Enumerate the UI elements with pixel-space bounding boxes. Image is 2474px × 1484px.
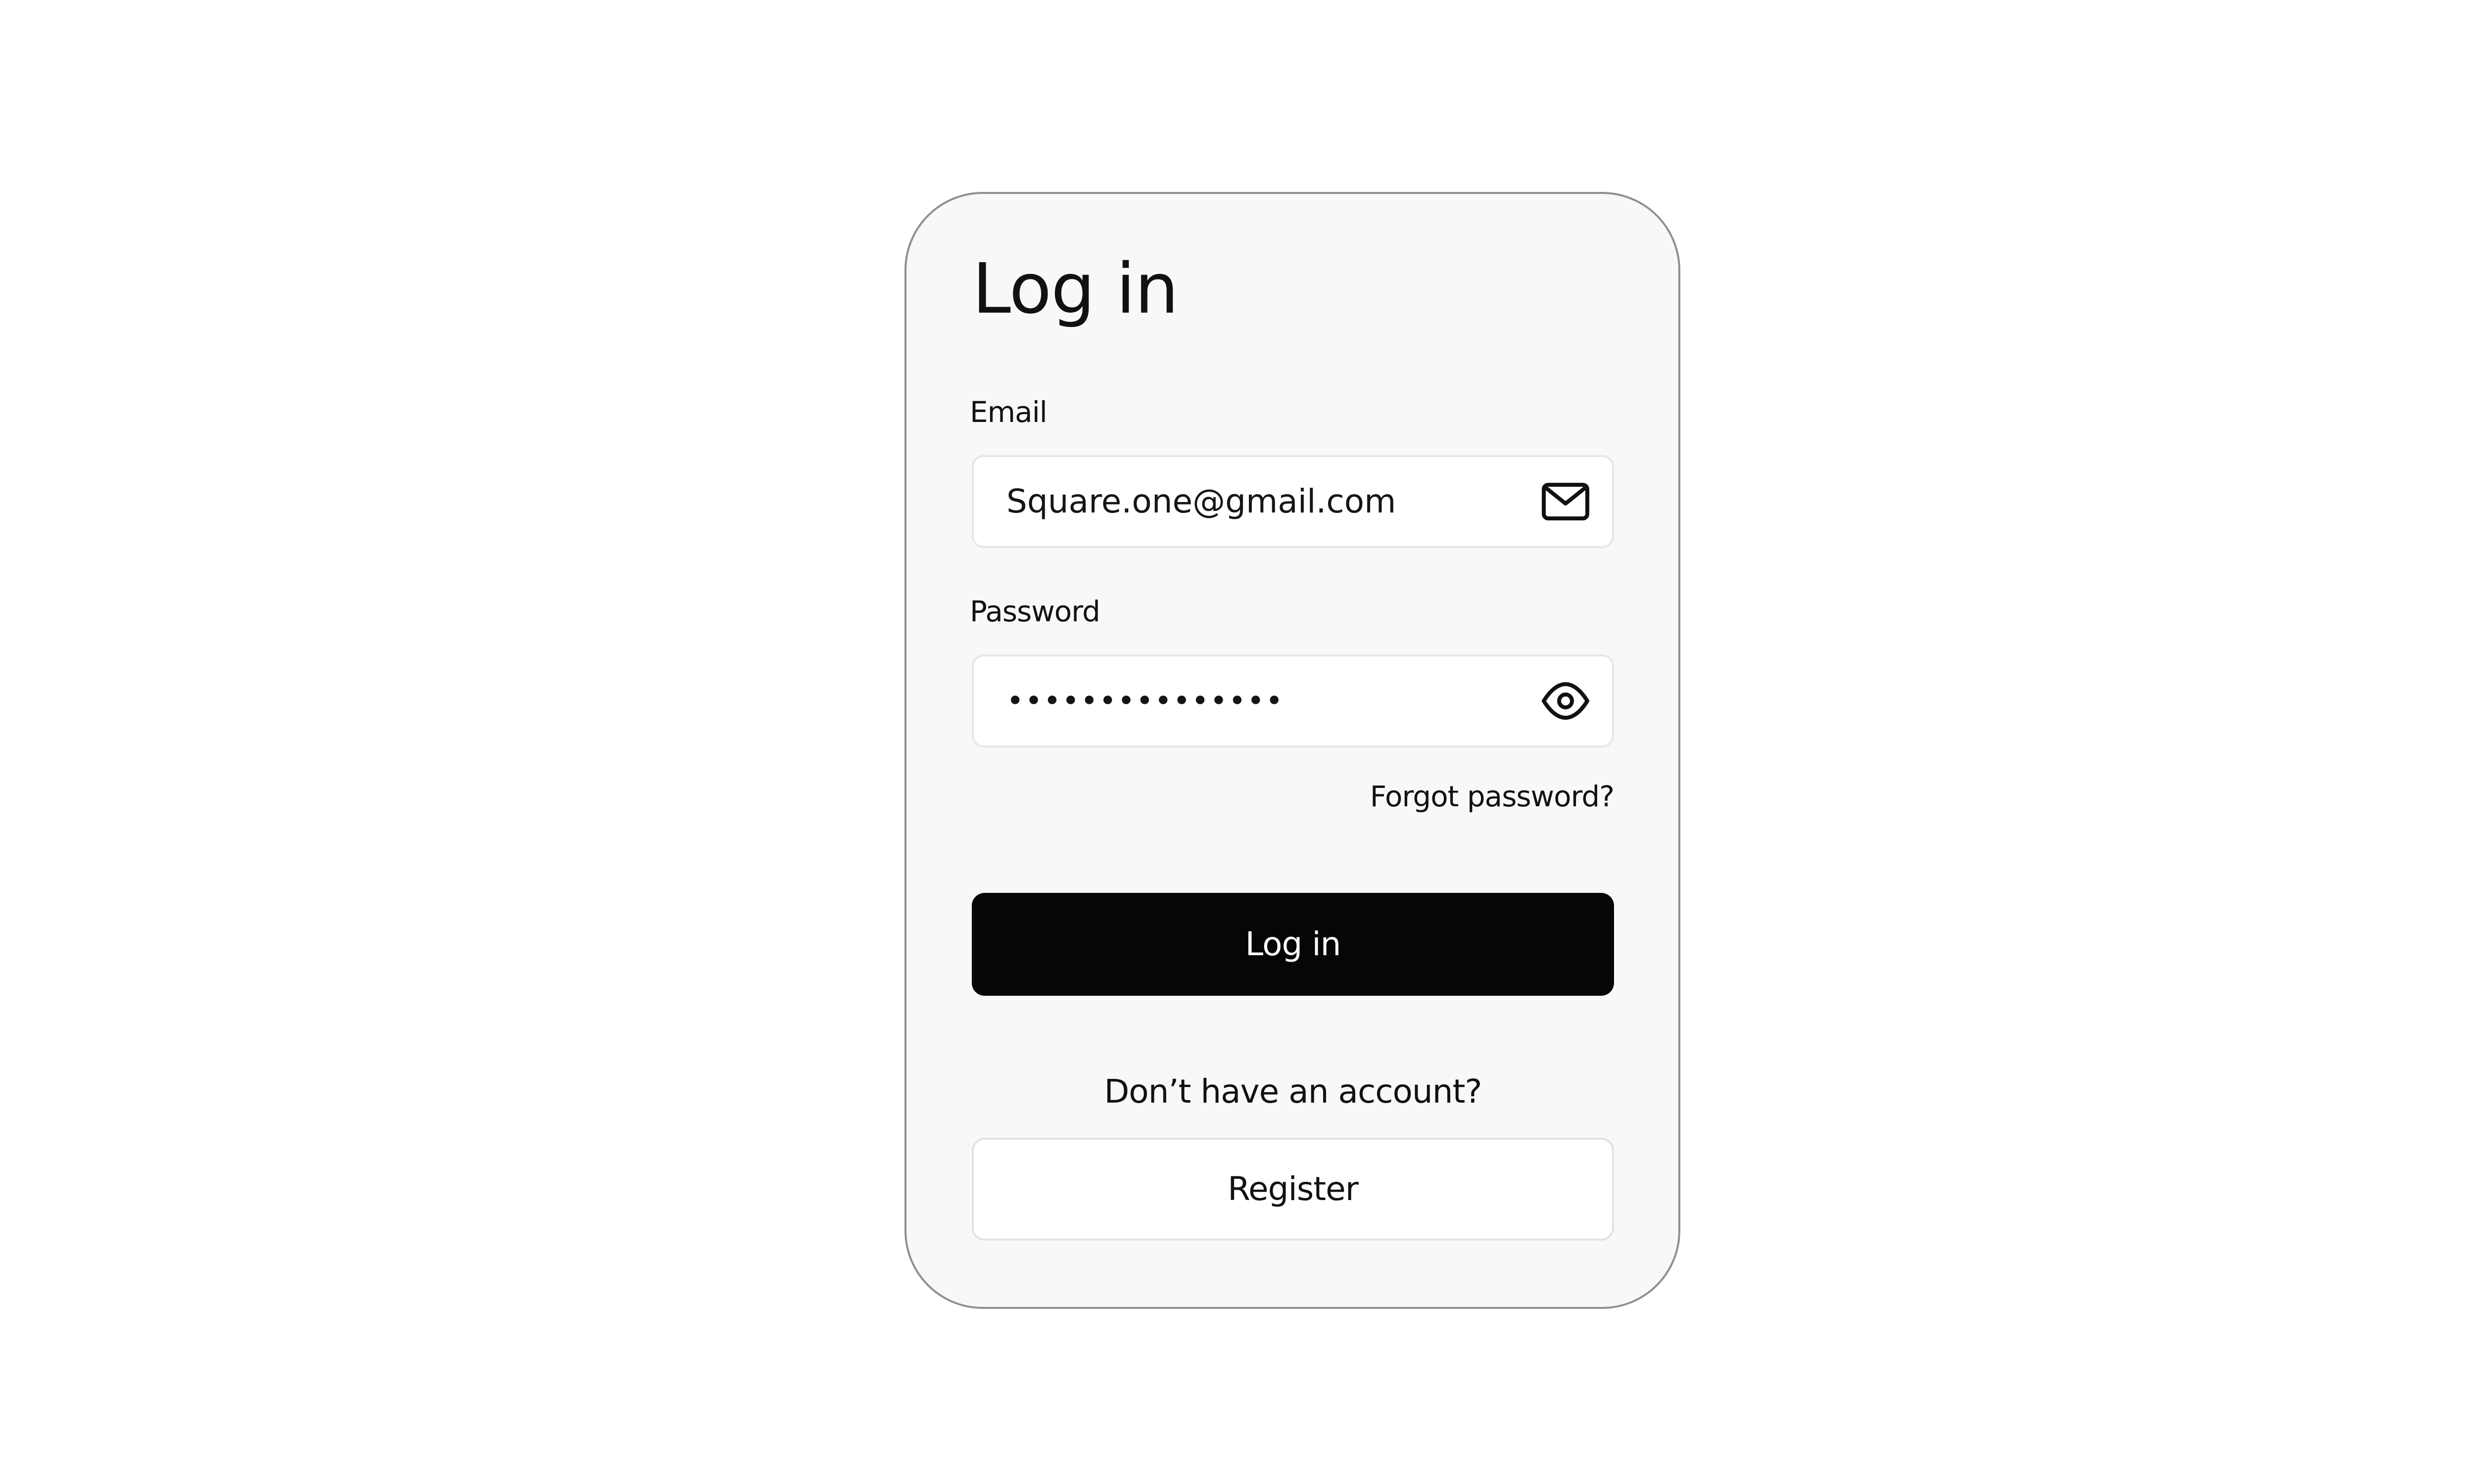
email-field[interactable]: Square.one@gmail.com [972, 455, 1614, 548]
eye-icon[interactable] [1541, 678, 1590, 724]
login-page: Log in Email Square.one@gmail.com Passwo… [0, 0, 2474, 1484]
password-label: Password [970, 595, 1100, 628]
password-field[interactable]: ••••••••••••••• [972, 654, 1614, 747]
login-button[interactable]: Log in [972, 893, 1614, 996]
mail-icon [1541, 479, 1590, 524]
no-account-text: Don’t have an account? [1104, 1072, 1482, 1111]
register-button[interactable]: Register [972, 1138, 1614, 1241]
password-value[interactable]: ••••••••••••••• [1006, 656, 1284, 745]
forgot-password-link[interactable]: Forgot password? [1336, 777, 1615, 816]
page-title: Log in [972, 249, 1179, 329]
email-label: Email [970, 395, 1047, 429]
email-value[interactable]: Square.one@gmail.com [1006, 457, 1396, 546]
